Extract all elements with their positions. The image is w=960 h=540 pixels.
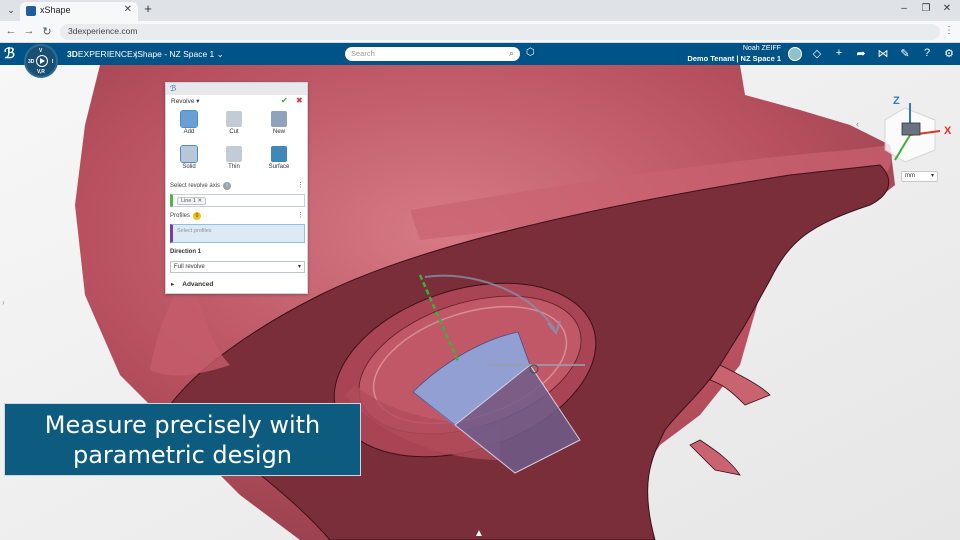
- profiles-field[interactable]: Select profiles: [170, 224, 305, 243]
- profiles-more-icon[interactable]: ⋮: [297, 211, 304, 219]
- advanced-toggle[interactable]: ▸ Advanced: [171, 280, 213, 288]
- tab-list-icon[interactable]: ⌄: [4, 3, 18, 17]
- search-placeholder: Search: [351, 49, 375, 58]
- surface-icon: [271, 146, 287, 162]
- maximize-icon[interactable]: ❐: [919, 3, 933, 14]
- solid-icon: [180, 145, 198, 163]
- tag-icon[interactable]: ⬡: [526, 47, 535, 58]
- app-header: ℬ 3DEXPERIENCE | xShape - NZ Space 1 ⌄ S…: [0, 43, 960, 65]
- url-field[interactable]: 3dexperience.com: [60, 24, 940, 40]
- minimize-icon[interactable]: –: [897, 3, 911, 14]
- caption-line-2: parametric design: [72, 440, 293, 469]
- search-input[interactable]: Search ⌕: [345, 47, 520, 61]
- close-window-icon[interactable]: ✕: [940, 3, 954, 14]
- user-name: Noah ZEIFF: [742, 45, 781, 52]
- direction-value: Full revolve: [174, 264, 205, 270]
- option-add-button[interactable]: Add: [172, 110, 206, 143]
- network-icon[interactable]: ⋈: [876, 47, 890, 60]
- reload-icon[interactable]: ↻: [40, 25, 54, 38]
- kebab-menu-icon[interactable]: ⋮: [944, 25, 954, 36]
- avatar[interactable]: [788, 47, 802, 61]
- thin-icon: [226, 146, 242, 162]
- cancel-x-icon[interactable]: ✖: [296, 96, 303, 105]
- share-tag-icon[interactable]: ◇: [810, 47, 824, 60]
- revolve-axis-field[interactable]: Line 1 ✕: [170, 194, 305, 207]
- add-body-icon: [180, 110, 198, 128]
- profiles-count-badge: 0: [193, 212, 202, 220]
- expand-right-icon[interactable]: ›: [2, 298, 5, 307]
- ok-check-icon[interactable]: ✔: [281, 96, 288, 105]
- caret-down-icon: ▾: [930, 173, 934, 179]
- brand-label: 3DEXPERIENCE |: [67, 49, 138, 59]
- profiles-placeholder: Select profiles: [177, 228, 212, 234]
- unit-select[interactable]: mm ▾: [901, 171, 938, 182]
- option-surface-button[interactable]: Surface: [262, 146, 296, 178]
- revolve-panel: ℬ Revolve ▾ ✔ ✖ Add Cut New Solid Thin S…: [165, 82, 308, 294]
- option-new-button[interactable]: New: [262, 111, 296, 143]
- new-tab-icon[interactable]: +: [141, 2, 155, 16]
- add-icon[interactable]: +: [832, 47, 846, 59]
- play-icon: [36, 55, 48, 67]
- caption-banner: Measure precisely with parametric design: [4, 403, 361, 476]
- direction-select[interactable]: Full revolve ▾: [170, 261, 305, 273]
- forward-share-icon[interactable]: ➦: [854, 47, 868, 60]
- tenant-label: Demo Tenant | NZ Space 1: [687, 54, 781, 63]
- forward-icon[interactable]: →: [22, 25, 36, 37]
- help-icon[interactable]: ?: [920, 47, 934, 59]
- chevron-left-icon[interactable]: ‹: [856, 119, 859, 129]
- option-cut-button[interactable]: Cut: [217, 111, 251, 143]
- option-solid-button[interactable]: Solid: [172, 145, 206, 178]
- profiles-label: Profiles 0: [170, 212, 202, 220]
- command-selector[interactable]: Revolve ▾: [171, 97, 200, 105]
- revolve-axis-label: Select revolve axis i: [170, 182, 232, 190]
- browser-tab-bar: ⌄ xShape ✕ + – ❐ ✕: [0, 0, 960, 21]
- address-bar-row: ← → ↻ 3dexperience.com ⋮: [0, 21, 960, 43]
- tab-close-icon[interactable]: ✕: [124, 4, 132, 15]
- xshape-favicon-icon: [26, 6, 36, 16]
- expand-up-icon[interactable]: ▲: [474, 528, 484, 539]
- tools-icon[interactable]: ✎: [898, 47, 912, 60]
- browser-tab[interactable]: xShape ✕: [20, 2, 138, 21]
- settings-icon[interactable]: ⚙: [942, 47, 956, 60]
- ds-logo-icon[interactable]: ℬ: [4, 46, 15, 62]
- axis-chip[interactable]: Line 1 ✕: [177, 197, 207, 205]
- direction-label: Direction 1: [170, 249, 202, 255]
- info-icon[interactable]: i: [223, 182, 232, 190]
- z-axis-label: Z: [893, 95, 900, 107]
- caption-line-1: Measure precisely with: [44, 410, 321, 439]
- tab-title: xShape: [40, 5, 71, 15]
- url-text: 3dexperience.com: [68, 26, 138, 36]
- ds-panel-logo-icon: ℬ: [170, 84, 177, 93]
- x-axis-label: X: [944, 125, 952, 137]
- 3d-compass-icon[interactable]: V 3D I V,R: [24, 44, 58, 78]
- unit-value: mm: [905, 173, 915, 179]
- search-icon[interactable]: ⌕: [509, 48, 514, 59]
- new-body-icon: [271, 111, 287, 127]
- caption-text: Measure precisely with parametric design: [45, 410, 321, 470]
- panel-drag-handle[interactable]: ℬ: [166, 83, 307, 95]
- cut-body-icon: [226, 111, 242, 127]
- option-thin-button[interactable]: Thin: [217, 146, 251, 178]
- app-title[interactable]: xShape - NZ Space 1 ⌄: [133, 49, 224, 60]
- back-icon[interactable]: ←: [4, 25, 18, 37]
- axis-more-icon[interactable]: ⋮: [297, 181, 304, 189]
- caret-down-icon: ▾: [297, 264, 301, 270]
